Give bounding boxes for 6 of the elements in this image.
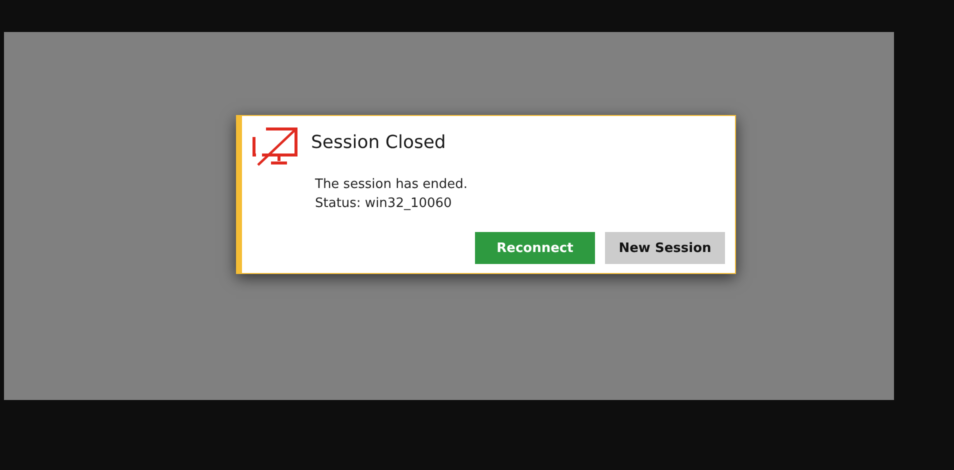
new-session-button[interactable]: New Session xyxy=(605,232,725,264)
status-text: Status: win32_10060 xyxy=(315,195,453,213)
message-text: The session has ended. xyxy=(315,176,469,194)
dialog-title: Session Closed xyxy=(311,132,446,152)
monitor-disconnected-icon xyxy=(252,127,298,167)
reconnect-button[interactable]: Reconnect xyxy=(475,232,595,264)
